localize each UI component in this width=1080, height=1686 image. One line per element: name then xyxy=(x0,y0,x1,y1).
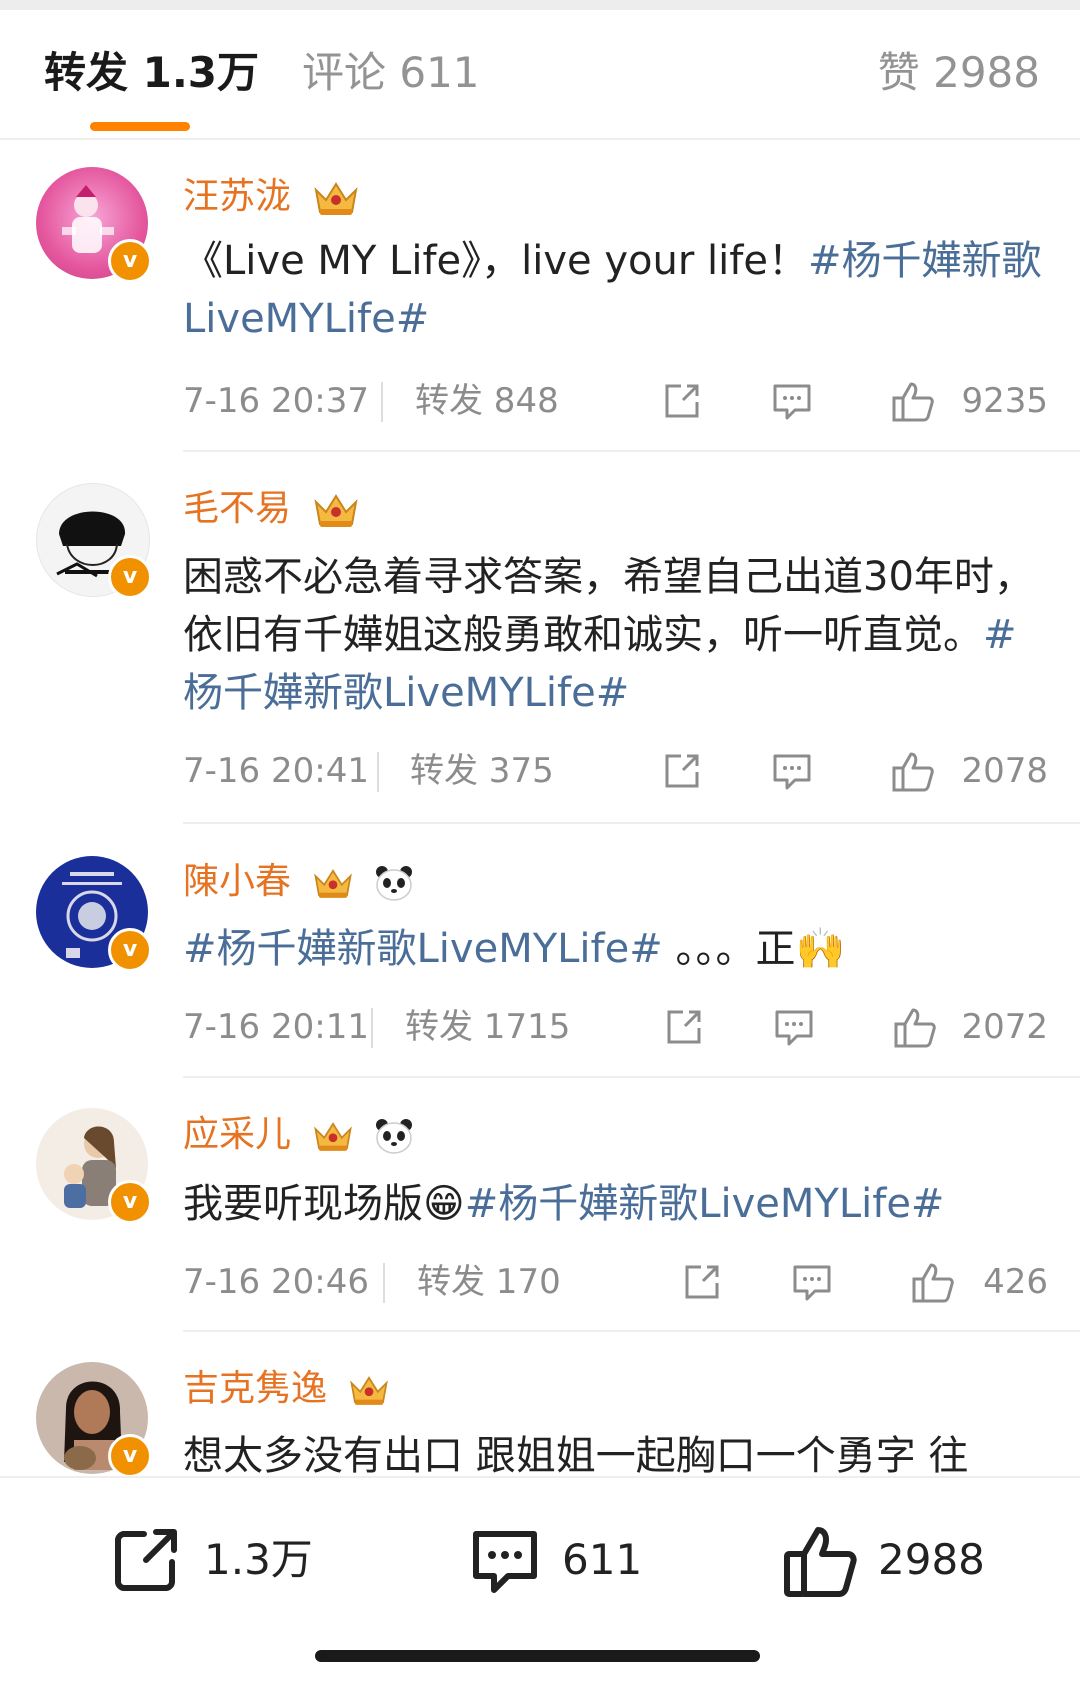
comment-icon[interactable] xyxy=(771,750,813,792)
like-count: 9235 xyxy=(961,381,1048,421)
repost-text: 我要听现场版😁#杨千嬅新歌LiveMYLife# xyxy=(183,1175,1048,1233)
repost-text-plain: 我要听现场版😁 xyxy=(183,1181,465,1227)
meta-row: 7-16 20:37 转发 848 9235 xyxy=(183,378,1048,424)
like-count: 2988 xyxy=(878,1535,985,1584)
username-text: 毛不易 xyxy=(183,488,292,529)
meta-separator xyxy=(383,1263,385,1303)
share-icon xyxy=(115,1529,177,1591)
username-text: 汪苏泷 xyxy=(183,176,292,217)
meta-separator xyxy=(381,382,383,422)
comment-icon xyxy=(473,1531,537,1593)
home-indicator[interactable] xyxy=(315,1650,760,1662)
crown-icon xyxy=(314,494,359,527)
tab-bar: 转发 1.3万 评论 611 赞 2988 xyxy=(0,10,1080,140)
username-text: 吉克隽逸 xyxy=(183,1368,328,1409)
meta-row: 7-16 20:46 转发 170 426 xyxy=(183,1259,1048,1305)
verified-badge-icon: v xyxy=(108,1180,152,1224)
share-icon[interactable] xyxy=(661,380,703,422)
share-icon[interactable] xyxy=(663,1006,705,1048)
tab-likes[interactable]: 赞 2988 xyxy=(878,46,1040,100)
username[interactable]: 吉克隽逸 xyxy=(183,1367,390,1411)
like-count: 2072 xyxy=(961,1007,1048,1047)
username-text: 陳小春 xyxy=(183,861,292,902)
meta-separator xyxy=(371,1008,373,1048)
like-icon[interactable] xyxy=(891,380,935,422)
verified-badge-icon: v xyxy=(108,239,152,283)
verified-badge-icon: v xyxy=(108,928,152,972)
forward-count: 转发 1715 xyxy=(405,1007,571,1047)
share-icon[interactable] xyxy=(661,750,703,792)
comment-count: 611 xyxy=(562,1535,643,1584)
meta-row: 7-16 20:41 转发 375 2078 xyxy=(183,748,1048,794)
top-strip xyxy=(0,0,1080,10)
divider xyxy=(183,822,1080,824)
tab-repost[interactable]: 转发 1.3万 xyxy=(44,46,259,100)
divider xyxy=(183,1330,1080,1332)
crown-icon xyxy=(314,869,353,898)
forward-count: 转发 848 xyxy=(415,381,559,421)
tab-comments[interactable]: 评论 611 xyxy=(302,46,480,100)
repost-text: 困惑不必急着寻求答案，希望自己出道30年时，依旧有千嬅姐这般勇敢和诚实，听一听直… xyxy=(183,548,1048,722)
forward-count: 转发 375 xyxy=(410,751,554,791)
repost-count: 1.3万 xyxy=(204,1535,313,1584)
timestamp: 7-16 20:46 xyxy=(183,1262,369,1302)
like-button[interactable]: 2988 xyxy=(782,1524,992,1597)
username[interactable]: 毛不易 xyxy=(183,487,360,531)
crown-icon xyxy=(314,1122,353,1151)
comment-icon[interactable] xyxy=(773,1006,815,1048)
like-count: 426 xyxy=(983,1262,1048,1302)
repost-button[interactable]: 1.3万 xyxy=(112,1524,313,1594)
verified-badge-icon: v xyxy=(108,555,152,599)
repost-text-plain: 《Live MY Life》，live your life！ xyxy=(183,238,808,284)
repost-text-trailing: 。。。正🙌 xyxy=(662,926,846,972)
like-icon[interactable] xyxy=(891,750,935,792)
like-count: 2078 xyxy=(961,751,1048,791)
like-icon[interactable] xyxy=(893,1006,937,1048)
username[interactable]: 应采儿 xyxy=(183,1113,414,1157)
timestamp: 7-16 20:41 xyxy=(183,751,369,791)
panda-icon xyxy=(375,1119,412,1154)
forward-count: 转发 170 xyxy=(417,1262,561,1302)
repost-text: #杨千嬅新歌LiveMYLife# 。。。正🙌 xyxy=(183,920,1048,978)
crown-icon xyxy=(350,1376,389,1405)
divider xyxy=(183,1076,1080,1078)
hashtag-link[interactable]: #杨千嬅新歌LiveMYLife# xyxy=(183,926,663,972)
share-icon[interactable] xyxy=(681,1261,723,1303)
like-icon xyxy=(784,1527,857,1597)
meta-separator xyxy=(377,752,379,792)
panda-icon xyxy=(375,866,412,901)
timestamp: 7-16 20:11 xyxy=(183,1007,369,1047)
username-text: 应采儿 xyxy=(183,1114,292,1155)
active-tab-indicator xyxy=(90,122,190,131)
username[interactable]: 陳小春 xyxy=(183,860,414,904)
comment-icon[interactable] xyxy=(791,1261,833,1303)
divider xyxy=(183,450,1080,452)
bottom-action-bar: 1.3万 611 2988 xyxy=(0,1476,1080,1686)
verified-badge-icon: v xyxy=(108,1434,152,1478)
hashtag-link[interactable]: #杨千嬅新歌LiveMYLife# xyxy=(465,1181,945,1227)
timestamp: 7-16 20:37 xyxy=(183,381,369,421)
repost-text-plain: 想太多没有出口 跟姐姐一起胸口一个勇字 往 xyxy=(183,1433,969,1479)
repost-text-plain: 困惑不必急着寻求答案，希望自己出道30年时，依旧有千嬅姐这般勇敢和诚实，听一听直… xyxy=(183,554,1034,658)
comment-button[interactable]: 611 xyxy=(468,1524,642,1594)
username[interactable]: 汪苏泷 xyxy=(183,175,360,219)
crown-icon xyxy=(314,182,359,215)
comment-icon[interactable] xyxy=(771,380,813,422)
like-icon[interactable] xyxy=(911,1261,955,1303)
repost-text: 《Live MY Life》，live your life！#杨千嬅新歌Live… xyxy=(183,232,1048,348)
meta-row: 7-16 20:11 转发 1715 2072 xyxy=(183,1004,1048,1050)
